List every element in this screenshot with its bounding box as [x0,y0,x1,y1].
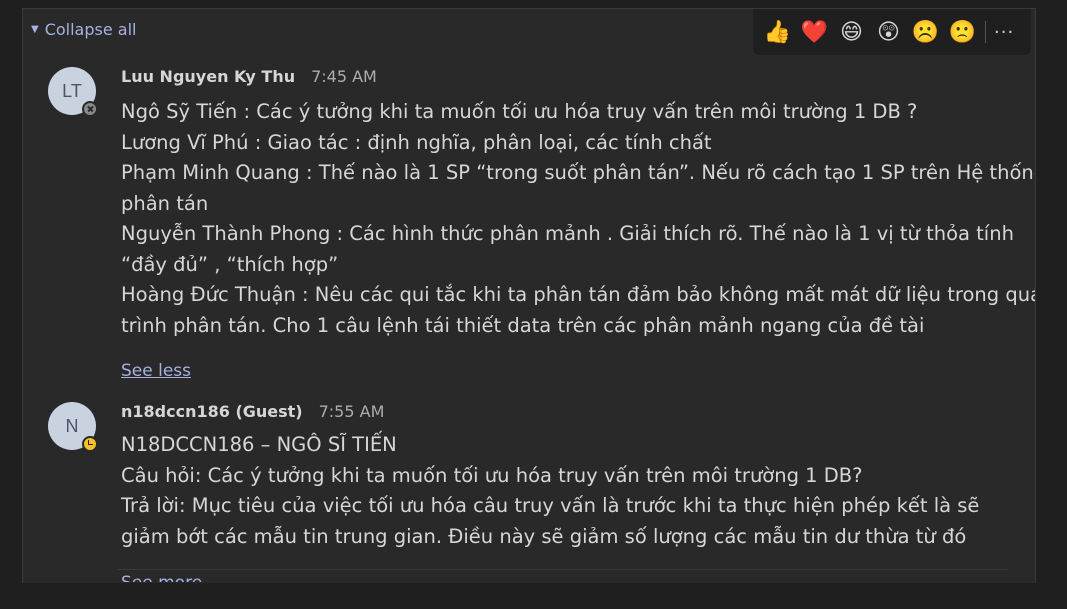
offline-status-icon [82,101,98,117]
message-line: trình phân tán. Cho 1 câu lệnh tái thiết… [121,313,925,337]
heart-icon[interactable]: ❤️ [796,9,833,55]
angry-icon[interactable]: 🙁 [944,9,981,55]
avatar[interactable]: LT [48,67,98,117]
message-line: giảm bớt các mẫu tin trung gian. Điều nà… [121,524,967,548]
timestamp: 7:55 AM [318,402,385,421]
message-line: “đầy đủ” , “thích hợp” [121,252,339,276]
collapse-all-label: Collapse all [44,20,137,39]
message-line: N18DCCN186 – NGÔ SĨ TIẾN [121,433,397,456]
message-line: Lương Vĩ Phú : Giao tác : định nghĩa, ph… [121,130,712,154]
message-line: phân tán [121,191,209,215]
avatar[interactable]: N [48,402,98,452]
avatar-initials: LT [62,80,82,101]
away-status-icon [82,436,98,452]
message-divider [118,569,1008,570]
author-name[interactable]: Luu Nguyen Ky Thu [121,67,295,86]
reaction-toolbar: 👍 ❤️ 😄 😲 ☹️ 🙁 ··· [753,9,1031,55]
message-line: Ngô Sỹ Tiến : Các ý tưởng khi ta muốn tố… [121,100,918,123]
message-header: n18dccn186 (Guest) 7:55 AM [121,402,1021,428]
message-line: Nguyễn Thành Phong : Các hình thức phân … [121,222,1014,245]
toolbar-divider [985,21,986,43]
message-line: Hoàng Đức Thuận : Nêu các qui tắc khi ta… [121,283,1036,306]
message-body: Luu Nguyen Ky Thu 7:45 AM Ngô Sỹ Tiến : … [121,67,1036,381]
message-body: n18dccn186 (Guest) 7:55 AM N18DCCN186 – … [121,402,1021,552]
author-name[interactable]: n18dccn186 (Guest) [121,402,303,421]
message-text: Ngô Sỹ Tiến : Các ý tưởng khi ta muốn tố… [121,97,1036,341]
sad-icon[interactable]: ☹️ [907,9,944,55]
message-line: Trả lời: Mục tiêu của việc tối ưu hóa câ… [121,494,980,517]
message-text: N18DCCN186 – NGÔ SĨ TIẾN Câu hỏi: Các ý … [121,430,1021,552]
message-line: Câu hỏi: Các ý tưởng khi ta muốn tối ưu … [121,463,863,487]
avatar-initials: N [65,415,79,436]
message-header: Luu Nguyen Ky Thu 7:45 AM [121,67,1021,93]
like-icon[interactable]: 👍 [759,9,796,55]
message-line: Phạm Minh Quang : Thế nào là 1 SP “trong… [121,161,1036,184]
more-options-icon[interactable]: ··· [994,22,1014,43]
see-less-link[interactable]: See less [121,361,191,381]
surprised-icon[interactable]: 😲 [870,9,907,55]
see-more-link[interactable]: See more [121,572,202,582]
collapse-all-button[interactable]: ▼ Collapse all [31,20,136,39]
caret-down-icon: ▼ [31,24,39,35]
timestamp: 7:45 AM [311,67,377,86]
conversation-thread: ▼ Collapse all 👍 ❤️ 😄 😲 ☹️ 🙁 ··· LT Luu … [22,8,1036,583]
laugh-icon[interactable]: 😄 [833,9,870,55]
